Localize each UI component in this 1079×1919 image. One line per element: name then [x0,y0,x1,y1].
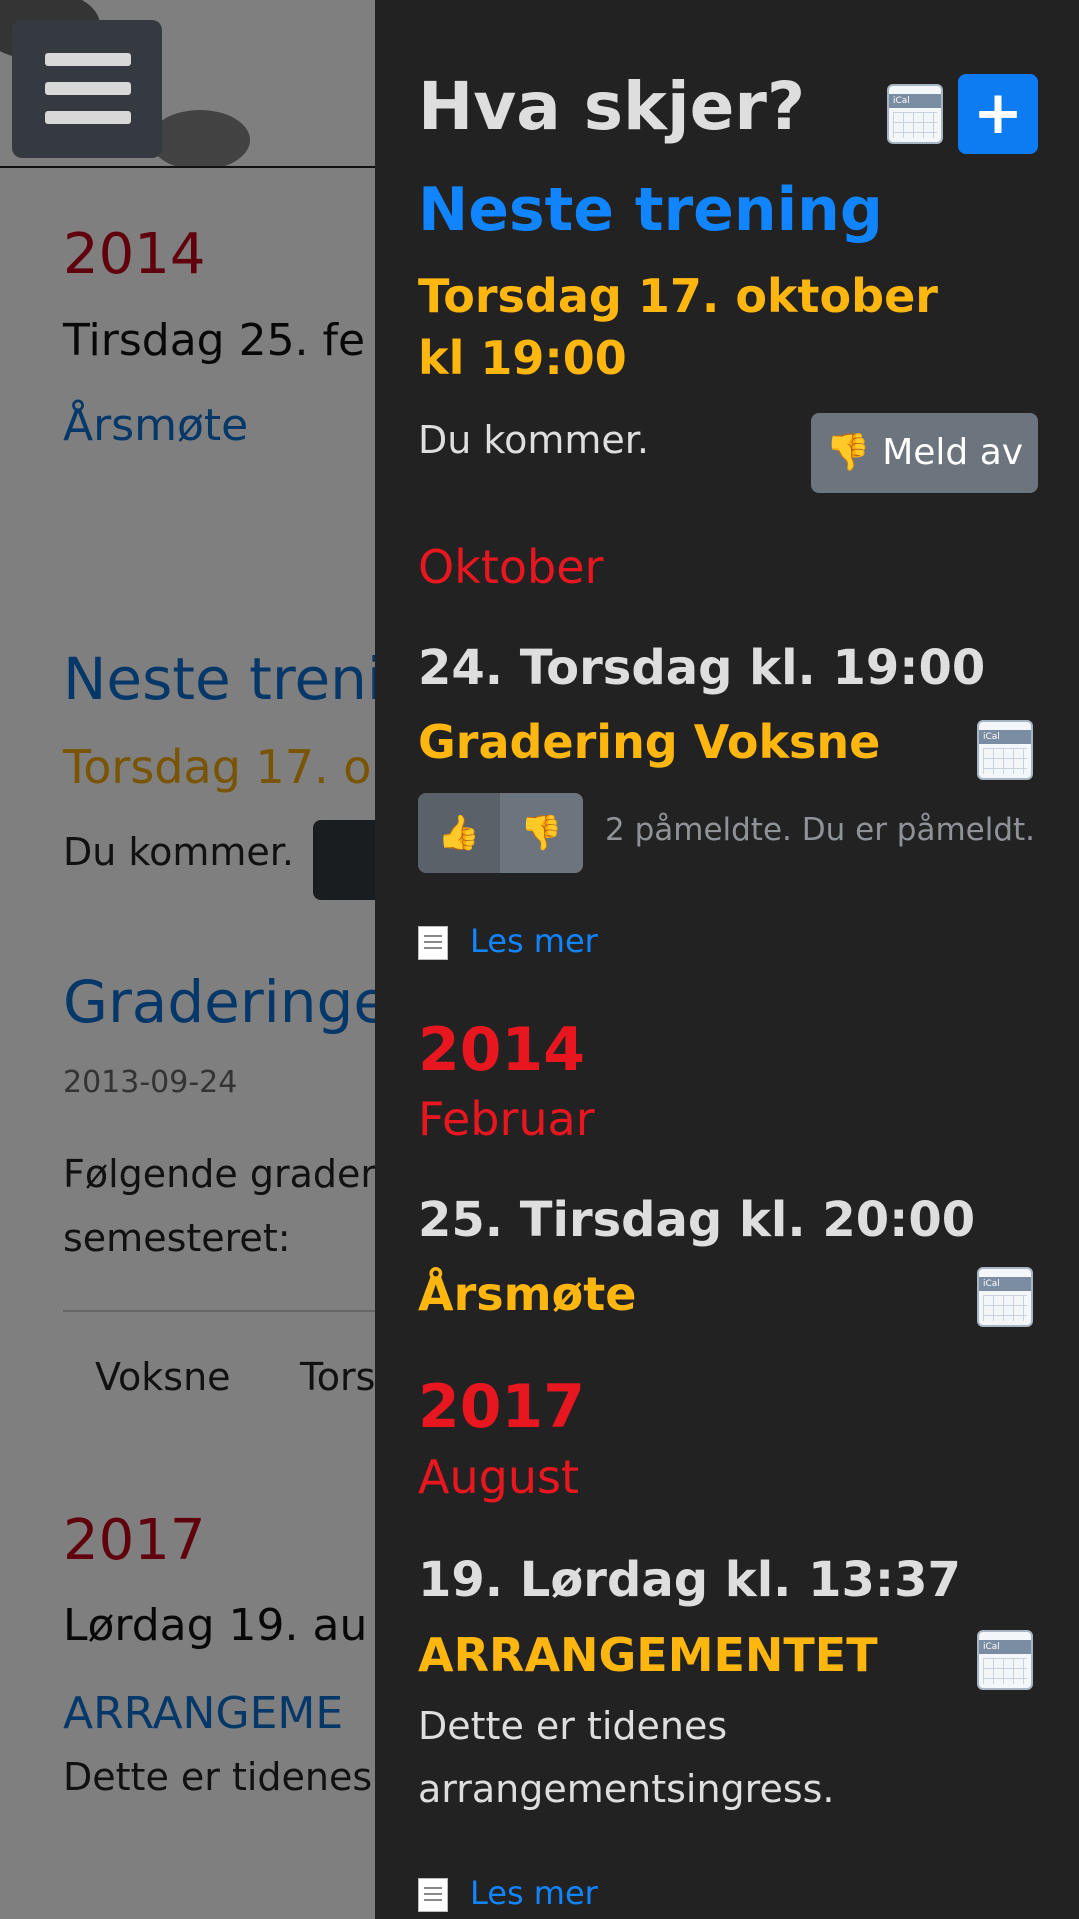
document-icon [418,926,448,960]
read-more-link[interactable]: Les mer [470,1874,598,1912]
month-heading: August [418,1450,579,1504]
event-title[interactable]: ARRANGEMENTET [418,1628,878,1682]
next-training-time: kl 19:00 [418,327,627,389]
calendar-icon[interactable]: iCal [977,1267,1033,1327]
document-icon [418,1878,448,1912]
unregister-label: Meld av [882,432,1023,473]
month-heading: Februar [418,1092,595,1146]
attendance-status: Du kommer. [418,418,649,462]
thumbs-down-icon: 👎 [500,793,583,873]
next-training-date: Torsdag 17. oktober [418,265,938,327]
sign-off-button[interactable]: 👎 [500,793,583,873]
plus-icon: + [973,78,1023,148]
event-date: 24. Torsdag kl. 19:00 [418,640,985,696]
unregister-button[interactable]: 👎 Meld av [811,413,1038,493]
signup-status: 2 påmeldte. Du er påmeldt. [605,812,1035,848]
thumbs-up-icon: 👍 [418,793,500,873]
add-event-button[interactable]: + [958,74,1038,154]
event-date: 19. Lørdag kl. 13:37 [418,1552,961,1608]
read-more-link[interactable]: Les mer [470,922,598,960]
event-date: 25. Tirsdag kl. 20:00 [418,1192,975,1248]
sidebar-title: Hva skjer? [418,68,805,145]
signup-button-group: 👍 👎 [418,793,583,873]
thumbs-down-icon: 👎 [826,432,871,473]
month-heading: Oktober [418,540,603,594]
event-description: Dette er tidenes arrangementsingress. [418,1695,1018,1821]
calendar-icon[interactable]: iCal [977,1630,1033,1690]
events-sidebar: Hva skjer? iCal + Neste trening Torsdag … [375,0,1079,1919]
year-heading: 2014 [418,1015,585,1085]
calendar-icon[interactable]: iCal [977,720,1033,780]
event-title[interactable]: Gradering Voksne [418,715,880,769]
next-training-heading: Neste trening [418,175,883,245]
event-title[interactable]: Årsmøte [418,1267,636,1321]
sign-up-button[interactable]: 👍 [418,793,500,873]
menu-icon[interactable] [12,20,162,158]
calendar-icon[interactable]: iCal [887,84,943,144]
year-heading: 2017 [418,1372,585,1442]
